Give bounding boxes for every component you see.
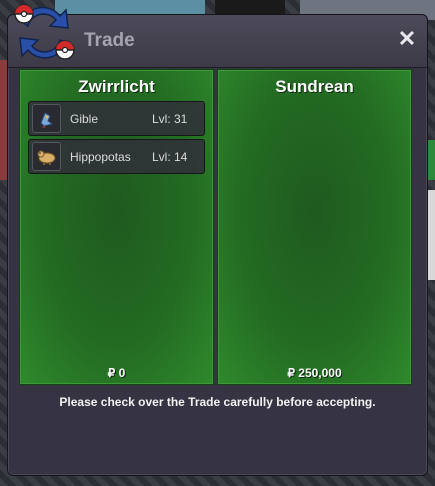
trader-panel-left: Zwirrlicht Gible Lvl: 31 Hippopotas Lvl:…	[19, 69, 214, 385]
window-title: Trade	[84, 30, 135, 51]
money-offer-right: ₽ 250,000	[287, 366, 342, 380]
close-icon[interactable]: ✕	[397, 28, 417, 50]
offer-item-hippopotas[interactable]: Hippopotas Lvl: 14	[28, 139, 205, 174]
trader-name-left: Zwirrlicht	[78, 77, 155, 96]
gible-icon	[32, 104, 61, 133]
trade-notice: Please check over the Trade carefully be…	[59, 395, 376, 409]
offer-item-gible[interactable]: Gible Lvl: 31	[28, 101, 205, 136]
trade-window: Trade ✕ Zwirrlicht Gible Lvl: 31 Hippopo…	[7, 14, 428, 476]
item-name: Gible	[70, 112, 99, 126]
hippopotas-icon	[32, 142, 61, 171]
item-level: Lvl: 31	[152, 112, 188, 126]
trader-name-right: Sundrean	[275, 77, 354, 96]
money-offer-left: ₽ 0	[107, 366, 126, 380]
trader-panel-right: Sundrean ₽ 250,000	[217, 69, 412, 385]
item-level: Lvl: 14	[152, 150, 188, 164]
item-name: Hippopotas	[70, 150, 131, 164]
trade-logo-icon	[14, 4, 75, 60]
